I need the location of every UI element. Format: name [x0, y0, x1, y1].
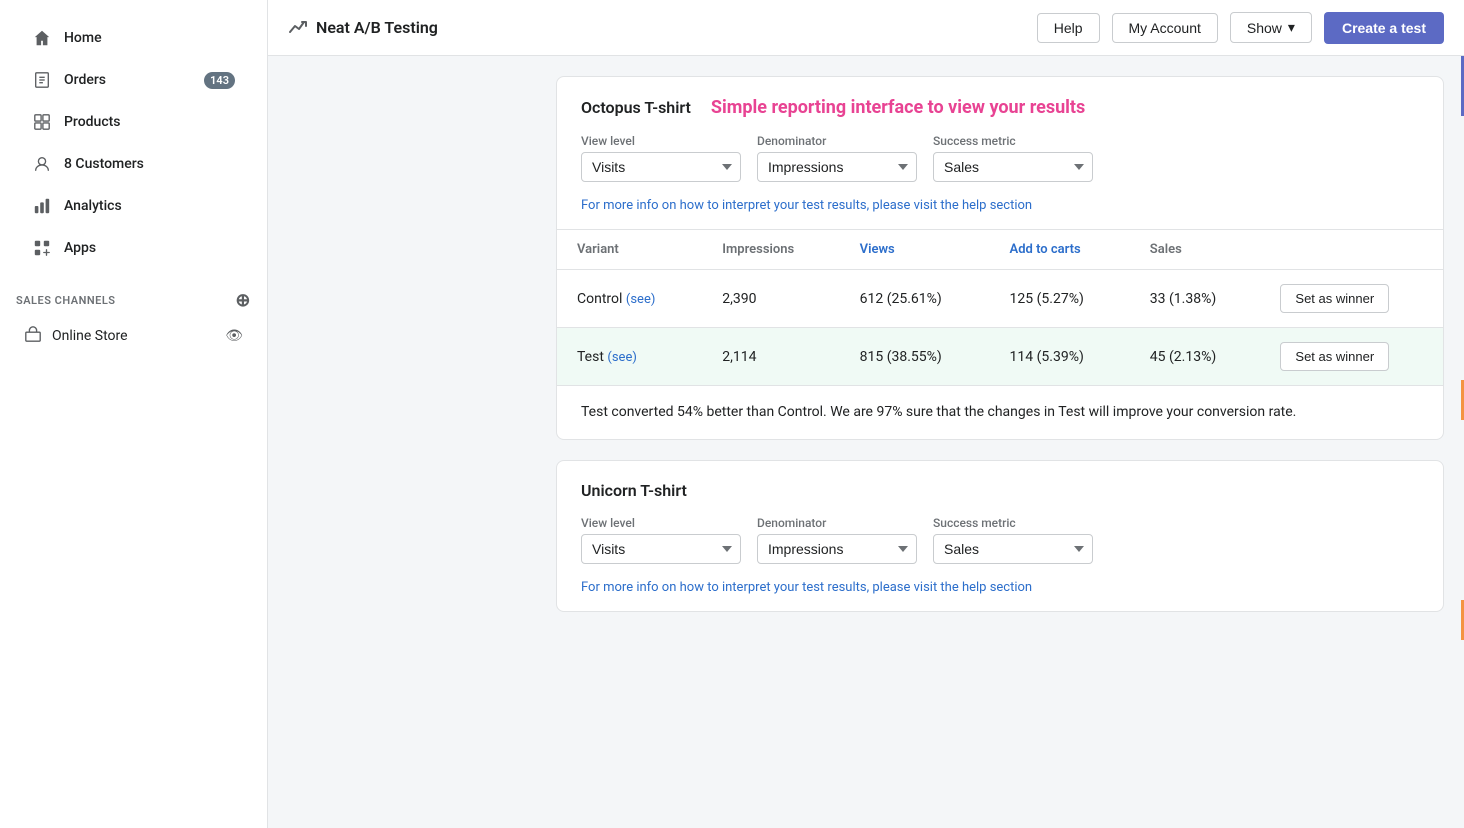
- sidebar-item-products[interactable]: Products: [16, 102, 251, 142]
- help-button[interactable]: Help: [1037, 13, 1100, 43]
- my-account-button[interactable]: My Account: [1112, 13, 1218, 43]
- table-row: Control (see) 2,390 612 (25.61%) 125 (5.…: [557, 270, 1443, 328]
- sidebar-item-home[interactable]: Home: [16, 18, 251, 58]
- octopus-summary: Test converted 54% better than Control. …: [557, 386, 1443, 439]
- table-row: Test (see) 2,114 815 (38.55%) 114 (5.39%…: [557, 328, 1443, 386]
- sidebar-item-products-label: Products: [64, 114, 121, 130]
- cell-views-test: 815 (38.55%): [840, 328, 990, 386]
- unicorn-help-link[interactable]: For more info on how to interpret your t…: [557, 580, 1443, 611]
- unicorn-success-metric-select[interactable]: Sales Add to carts Views: [933, 534, 1093, 564]
- octopus-denominator-label: Denominator: [757, 134, 917, 148]
- unicorn-view-level-select[interactable]: Visits Sessions Users: [581, 534, 741, 564]
- octopus-view-level-label: View level: [581, 134, 741, 148]
- unicorn-filters: View level Visits Sessions Users Denomin…: [557, 516, 1443, 580]
- octopus-denominator-select[interactable]: Impressions Visits Sessions: [757, 152, 917, 182]
- online-store-label: Online Store: [52, 328, 128, 344]
- unicorn-success-metric-label: Success metric: [933, 516, 1093, 530]
- col-sales: Sales: [1130, 230, 1261, 270]
- sales-channels-header: SALES CHANNELS ⊕: [0, 278, 267, 315]
- octopus-success-metric-select[interactable]: Sales Add to carts Views: [933, 152, 1093, 182]
- cell-add-to-carts-control: 125 (5.27%): [990, 270, 1130, 328]
- octopus-title: Octopus T-shirt: [581, 98, 691, 117]
- unicorn-denominator-group: Denominator Impressions Visits Sessions: [757, 516, 917, 564]
- store-icon: [24, 325, 42, 347]
- sidebar-item-customers-label: 8 Customers: [64, 156, 144, 172]
- octopus-card: Octopus T-shirt Simple reporting interfa…: [556, 76, 1444, 440]
- unicorn-title: Unicorn T-shirt: [581, 481, 687, 500]
- sidebar-item-orders[interactable]: Orders 143: [16, 60, 251, 100]
- cell-sales-test: 45 (2.13%): [1130, 328, 1261, 386]
- octopus-results-table: Variant Impressions Views Add to carts S…: [557, 230, 1443, 385]
- octopus-view-level-select[interactable]: Visits Sessions Users: [581, 152, 741, 182]
- cell-views-control: 612 (25.61%): [840, 270, 990, 328]
- variant-link-test[interactable]: (see): [607, 350, 636, 365]
- sidebar-item-online-store[interactable]: Online Store 👁: [8, 317, 259, 355]
- octopus-headline: Simple reporting interface to view your …: [711, 97, 1085, 118]
- col-views: Views: [840, 230, 990, 270]
- app-title: Neat A/B Testing: [288, 18, 1025, 38]
- unicorn-success-metric-group: Success metric Sales Add to carts Views: [933, 516, 1093, 564]
- octopus-view-level-group: View level Visits Sessions Users: [581, 134, 741, 182]
- unicorn-view-level-label: View level: [581, 516, 741, 530]
- octopus-help-link[interactable]: For more info on how to interpret your t…: [557, 198, 1443, 229]
- orders-badge: 143: [204, 72, 235, 89]
- octopus-filters: View level Visits Sessions Users Denomin…: [557, 134, 1443, 198]
- home-icon: [32, 28, 52, 48]
- sidebar-item-customers[interactable]: 8 Customers: [16, 144, 251, 184]
- col-add-to-carts: Add to carts: [990, 230, 1130, 270]
- octopus-success-metric-label: Success metric: [933, 134, 1093, 148]
- orders-icon: [32, 70, 52, 90]
- col-action: [1260, 230, 1443, 270]
- col-impressions: Impressions: [702, 230, 839, 270]
- sidebar-item-apps[interactable]: Apps: [16, 228, 251, 268]
- cell-sales-control: 33 (1.38%): [1130, 270, 1261, 328]
- cell-add-to-carts-test: 114 (5.39%): [990, 328, 1130, 386]
- unicorn-card: Unicorn T-shirt View level Visits Sessio…: [556, 460, 1444, 612]
- unicorn-view-level-group: View level Visits Sessions Users: [581, 516, 741, 564]
- sidebar-item-apps-label: Apps: [64, 240, 96, 256]
- cell-variant-control: Control (see): [557, 270, 702, 328]
- sidebar: Home Orders 143: [0, 0, 268, 828]
- octopus-card-header: Octopus T-shirt Simple reporting interfa…: [557, 77, 1443, 134]
- variant-name-control: Control: [577, 291, 622, 307]
- col-variant: Variant: [557, 230, 702, 270]
- unicorn-card-header: Unicorn T-shirt: [557, 461, 1443, 516]
- apps-icon: [32, 238, 52, 258]
- chevron-down-icon: ▾: [1288, 19, 1295, 36]
- customers-icon: [32, 154, 52, 174]
- set-winner-test-button[interactable]: Set as winner: [1280, 342, 1389, 371]
- set-winner-control-button[interactable]: Set as winner: [1280, 284, 1389, 313]
- add-sales-channel-icon[interactable]: ⊕: [235, 290, 251, 311]
- chart-icon: [288, 18, 308, 38]
- cell-impressions-test: 2,114: [702, 328, 839, 386]
- cell-action-test: Set as winner: [1260, 328, 1443, 386]
- unicorn-denominator-label: Denominator: [757, 516, 917, 530]
- octopus-success-metric-group: Success metric Sales Add to carts Views: [933, 134, 1093, 182]
- topnav: Neat A/B Testing Help My Account Show ▾ …: [268, 0, 1464, 56]
- create-test-button[interactable]: Create a test: [1324, 12, 1444, 44]
- eye-icon[interactable]: 👁: [225, 328, 243, 344]
- main-content: Octopus T-shirt Simple reporting interfa…: [536, 56, 1464, 828]
- sidebar-item-analytics[interactable]: Analytics: [16, 186, 251, 226]
- analytics-icon: [32, 196, 52, 216]
- octopus-table-body: Control (see) 2,390 612 (25.61%) 125 (5.…: [557, 270, 1443, 386]
- sidebar-item-orders-label: Orders: [64, 72, 106, 88]
- variant-link-control[interactable]: (see): [626, 292, 655, 307]
- unicorn-denominator-select[interactable]: Impressions Visits Sessions: [757, 534, 917, 564]
- cell-action-control: Set as winner: [1260, 270, 1443, 328]
- sidebar-item-analytics-label: Analytics: [64, 198, 122, 214]
- products-icon: [32, 112, 52, 132]
- show-button[interactable]: Show ▾: [1230, 12, 1312, 43]
- octopus-table-head: Variant Impressions Views Add to carts S…: [557, 230, 1443, 270]
- sidebar-item-home-label: Home: [64, 30, 102, 46]
- variant-name-test: Test: [577, 349, 604, 365]
- cell-variant-test: Test (see): [557, 328, 702, 386]
- cell-impressions-control: 2,390: [702, 270, 839, 328]
- octopus-denominator-group: Denominator Impressions Visits Sessions: [757, 134, 917, 182]
